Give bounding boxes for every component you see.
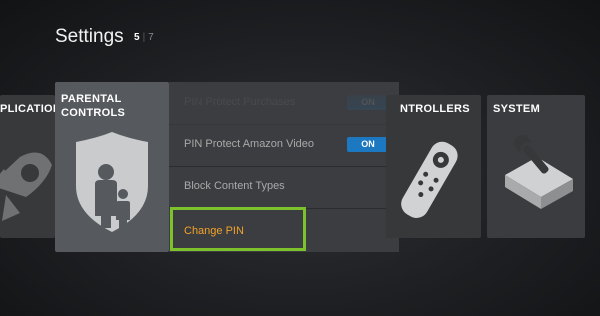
menu-item-pin-protect-purchases[interactable]: PIN Protect Purchases ON bbox=[169, 82, 399, 125]
tile-applications[interactable]: PLICATIONS bbox=[0, 95, 55, 238]
toggle-pin-purchases[interactable]: ON bbox=[347, 95, 389, 110]
page-indicator: 5 | 7 bbox=[134, 32, 155, 43]
menu-item-label: PIN Protect Purchases bbox=[184, 96, 296, 108]
shield-family-icon bbox=[76, 132, 148, 232]
rocket-icon bbox=[0, 152, 52, 221]
tile-parental-controls[interactable]: PARENTAL CONTROLS bbox=[55, 82, 169, 252]
menu-item-block-content-types[interactable]: Block Content Types bbox=[169, 166, 399, 209]
page-total: 7 bbox=[148, 32, 155, 43]
tile-system[interactable]: SYSTEM bbox=[487, 95, 585, 238]
tile-controllers[interactable]: NTROLLERS bbox=[386, 95, 481, 238]
menu-item-label: PIN Protect Amazon Video bbox=[184, 138, 315, 150]
menu-item-pin-protect-amazon-video[interactable]: PIN Protect Amazon Video ON bbox=[169, 124, 399, 167]
focus-highlight bbox=[170, 207, 306, 251]
menu-item-label: Block Content Types bbox=[184, 180, 285, 192]
toggle-pin-video[interactable]: ON bbox=[347, 137, 389, 152]
remote-control-icon bbox=[401, 141, 458, 218]
page-title: Settings bbox=[55, 26, 124, 47]
wrench-drive-icon bbox=[505, 134, 573, 209]
page-current: 5 bbox=[134, 32, 141, 43]
